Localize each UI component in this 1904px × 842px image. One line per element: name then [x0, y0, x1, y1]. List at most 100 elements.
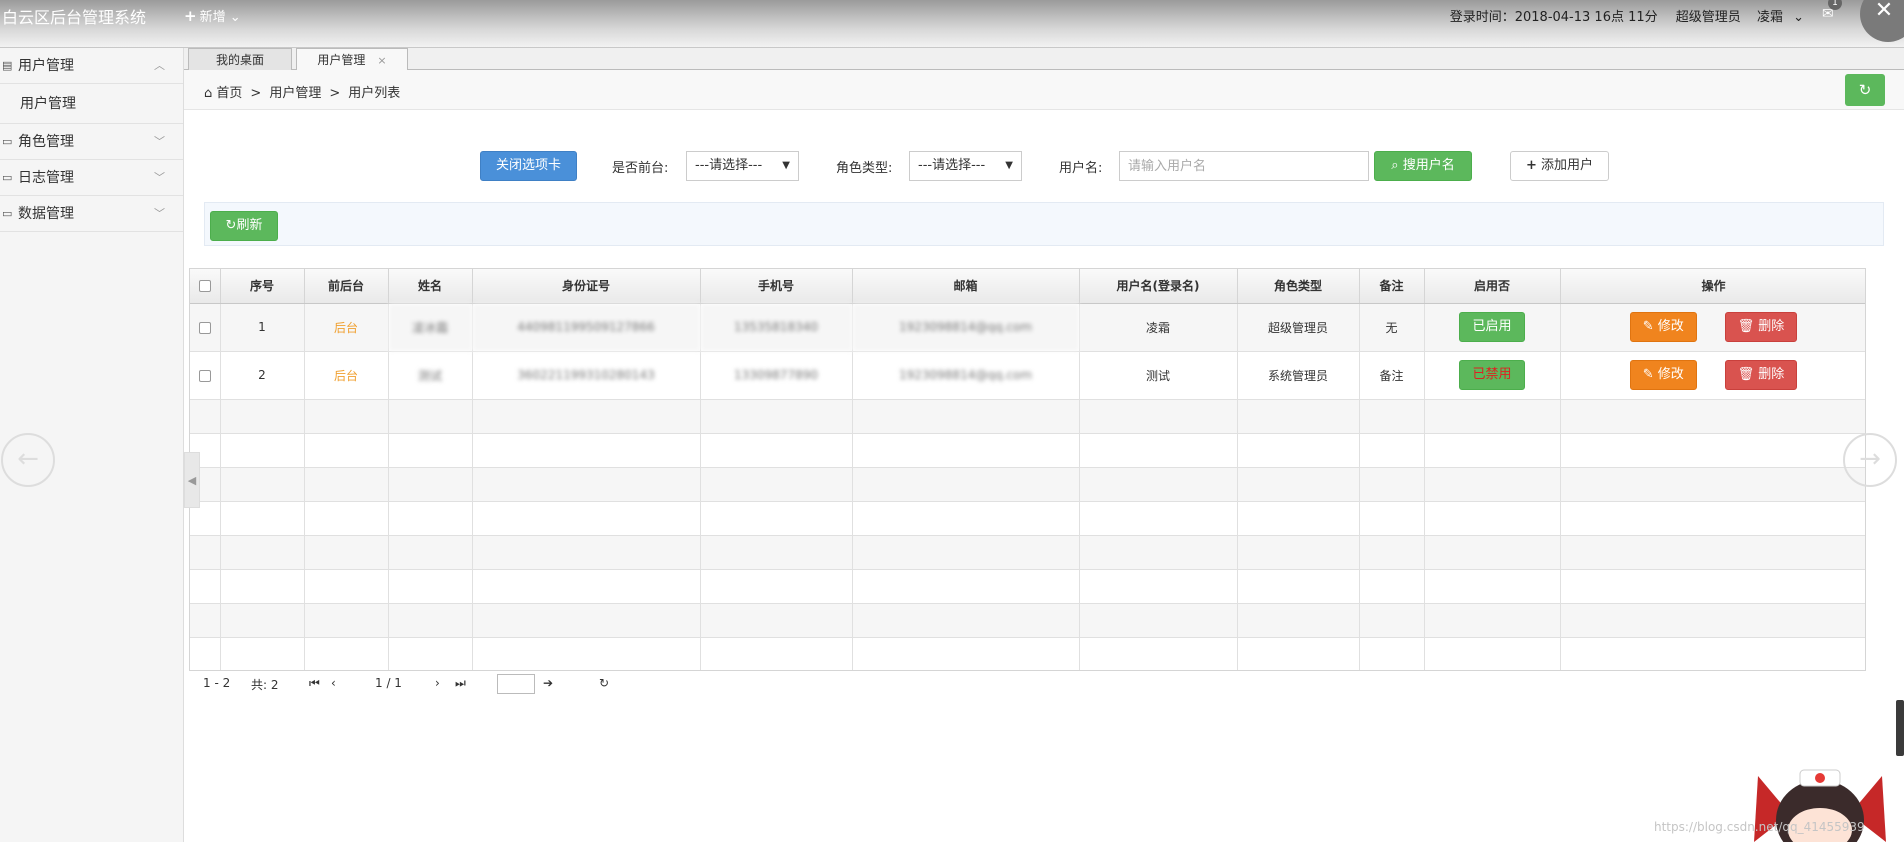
- select-all-checkbox[interactable]: [198, 280, 211, 293]
- frontend-select[interactable]: ---请选择--- ▼: [686, 151, 799, 181]
- status-enabled-button[interactable]: 已启用: [1459, 312, 1525, 342]
- role-select[interactable]: ---请选择--- ▼: [909, 151, 1022, 181]
- cell-username: 测试: [1079, 351, 1238, 400]
- new-menu-label: 新增: [199, 10, 226, 25]
- cell-name: 测试: [388, 351, 473, 400]
- watermark: https://blog.csdn.net/qq_41455939: [1654, 820, 1865, 834]
- table-row[interactable]: 1 后台 凌冰霜 440981199509127866 13535818340 …: [190, 303, 1865, 352]
- column-header[interactable]: 姓名: [388, 269, 473, 304]
- refresh-button[interactable]: ↻刷新: [210, 211, 278, 241]
- pager-total: 共: 2: [251, 678, 279, 692]
- column-header[interactable]: 手机号: [700, 269, 853, 304]
- delete-button[interactable]: 🗑 删除: [1724, 360, 1798, 390]
- column-header[interactable]: 备注: [1359, 269, 1425, 304]
- empty-row: [190, 569, 1865, 604]
- username-label: 用户名:: [1059, 161, 1103, 176]
- empty-row: [190, 501, 1865, 536]
- username-input[interactable]: [1119, 151, 1369, 181]
- pencil-icon: ✎: [1642, 367, 1654, 382]
- arrow-right-icon[interactable]: →: [1843, 433, 1897, 487]
- login-time: 登录时间：2018-04-13 16点 11分: [1449, 10, 1658, 25]
- user-menu[interactable]: 凌霜 ⌄: [1751, 10, 1804, 25]
- column-header[interactable]: 邮箱: [852, 269, 1080, 304]
- column-header[interactable]: 前后台: [304, 269, 389, 304]
- go-arrow-icon[interactable]: ➔: [543, 676, 553, 690]
- pager: 1 - 2 共: 2 ⏮ ‹ 1 / 1 › ⏭ ➔ ↻: [189, 670, 1866, 696]
- sidebar-item-user-manage[interactable]: 用户管理: [0, 84, 183, 124]
- close-icon[interactable]: ×: [377, 54, 386, 67]
- sidebar-collapse-handle[interactable]: ◀: [184, 452, 200, 508]
- close-icon[interactable]: ✕: [1860, 0, 1904, 42]
- user-name: 凌霜: [1756, 10, 1783, 25]
- breadcrumb-bar: ⌂ 首页 > 用户管理 > 用户列表: [184, 70, 1904, 110]
- column-header[interactable]: 身份证号: [472, 269, 701, 304]
- prev-page-icon[interactable]: ‹: [331, 676, 336, 690]
- breadcrumb-separator: >: [250, 86, 262, 101]
- status-disabled-button[interactable]: 已禁用: [1459, 360, 1525, 390]
- home-icon: ⌂: [204, 86, 213, 101]
- image-icon: ▭: [2, 171, 13, 184]
- trash-icon: 🗑: [1737, 367, 1755, 382]
- breadcrumb-home[interactable]: 首页: [216, 86, 242, 101]
- reload-icon[interactable]: ↻: [599, 676, 609, 690]
- first-page-icon[interactable]: ⏮: [309, 676, 320, 691]
- sidebar-group-label: 日志管理: [18, 170, 74, 186]
- cell-phone: 13309877890: [700, 351, 853, 400]
- side-panel-handle[interactable]: [1896, 700, 1904, 756]
- close-tabs-button[interactable]: 关闭选项卡: [480, 151, 577, 181]
- column-header[interactable]: 序号: [220, 269, 305, 304]
- refresh-button-label: 刷新: [236, 218, 263, 233]
- edit-button[interactable]: ✎ 修改: [1629, 312, 1697, 342]
- row-checkbox[interactable]: [198, 321, 211, 334]
- user-table: 序号 前后台 姓名 身份证号 手机号 邮箱 用户名(登录名) 角色类型 备注 启…: [189, 268, 1866, 694]
- tab-desktop[interactable]: 我的桌面: [188, 48, 292, 70]
- sidebar-group-user[interactable]: ▤ 用户管理 ︿: [0, 48, 183, 84]
- tab-user-manage[interactable]: 用户管理 ×: [296, 48, 408, 70]
- add-user-button[interactable]: + 添加用户: [1510, 151, 1609, 181]
- edit-button[interactable]: ✎ 修改: [1629, 360, 1697, 390]
- last-page-icon[interactable]: ⏭: [455, 676, 466, 691]
- column-header[interactable]: 角色类型: [1237, 269, 1360, 304]
- cell-name: 凌冰霜: [388, 303, 473, 352]
- sidebar-group-role[interactable]: ▭ 角色管理 ﹀: [0, 124, 183, 160]
- cell-remark: 无: [1359, 303, 1425, 352]
- new-menu[interactable]: + 新增 ⌄: [184, 6, 241, 25]
- table-row[interactable]: 2 后台 测试 360221199310280143 13309877890 1…: [190, 351, 1865, 400]
- table-header-row: 序号 前后台 姓名 身份证号 手机号 邮箱 用户名(登录名) 角色类型 备注 启…: [190, 269, 1865, 304]
- mail-badge: 1: [1828, 0, 1842, 10]
- cell-side: 后台: [304, 351, 389, 400]
- cell-side: 后台: [304, 303, 389, 352]
- arrow-left-icon[interactable]: ←: [1, 433, 55, 487]
- image-icon: ▭: [2, 135, 13, 148]
- grid-icon: ▤: [2, 59, 13, 72]
- column-header[interactable]: 启用否: [1424, 269, 1561, 304]
- sidebar-group-log[interactable]: ▭ 日志管理 ﹀: [0, 160, 183, 196]
- search-button[interactable]: ⌕ 搜用户名: [1374, 151, 1472, 181]
- cell-username: 凌霜: [1079, 303, 1238, 352]
- page-number-input[interactable]: [497, 674, 535, 694]
- app-title: 白云区后台管理系统: [2, 8, 147, 27]
- tab-label: 我的桌面: [215, 53, 264, 67]
- cell-index: 1: [220, 303, 305, 352]
- user-role: 超级管理员: [1675, 10, 1741, 25]
- empty-row: [190, 637, 1865, 672]
- column-header[interactable]: 用户名(登录名): [1079, 269, 1238, 304]
- tab-label: 用户管理: [317, 53, 366, 67]
- cell-id: 360221199310280143: [472, 351, 701, 400]
- row-checkbox[interactable]: [198, 369, 211, 382]
- breadcrumb-user-manage[interactable]: 用户管理: [269, 86, 321, 101]
- edit-label: 修改: [1657, 319, 1684, 334]
- chevron-down-icon: ﹀: [154, 171, 165, 184]
- cell-remark: 备注: [1359, 351, 1425, 400]
- select-all-cell[interactable]: [190, 269, 221, 304]
- empty-row: [190, 433, 1865, 468]
- cell-email: 1923098814@qq.com: [852, 351, 1080, 400]
- delete-button[interactable]: 🗑 删除: [1724, 312, 1798, 342]
- reload-button[interactable]: ↻: [1845, 74, 1885, 106]
- column-header[interactable]: 操作: [1560, 269, 1865, 304]
- next-page-icon[interactable]: ›: [435, 676, 440, 690]
- breadcrumb-user-list: 用户列表: [348, 86, 401, 101]
- search-button-label: 搜用户名: [1402, 158, 1455, 173]
- sidebar-group-data[interactable]: ▭ 数据管理 ﹀: [0, 196, 183, 232]
- plus-icon: +: [1525, 158, 1537, 173]
